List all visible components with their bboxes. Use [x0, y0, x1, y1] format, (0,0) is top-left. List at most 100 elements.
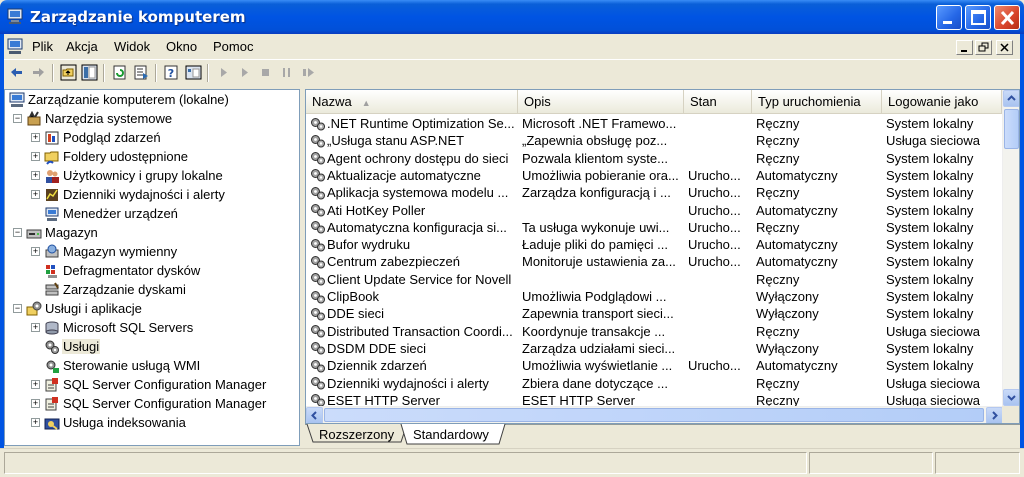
tree-item-event-viewer[interactable]: + Podgląd zdarzeń [31, 129, 162, 148]
expand-toggle[interactable]: + [31, 380, 40, 390]
system-menu-icon[interactable] [6, 38, 24, 54]
table-row[interactable]: Distributed Transaction Coordi... Koordyn… [306, 323, 1003, 340]
expand-toggle[interactable]: + [31, 190, 40, 200]
expand-toggle[interactable]: + [31, 152, 40, 162]
column-header-description[interactable]: Opis [518, 90, 684, 113]
list-header: Nazwa ▲ Opis Stan Typ uruchomienia Logowa… [306, 90, 1019, 114]
tree-item-sql-config-manager-1[interactable]: + SQL Server Configuration Manager [31, 376, 267, 395]
table-row[interactable]: Ati HotKey Poller Urucho... Automatyczny Sy… [306, 202, 1003, 219]
tree-item-storage[interactable]: − Magazyn [13, 224, 99, 243]
menu-pomoc[interactable]: Pomoc [213, 39, 253, 54]
users-icon [46, 169, 59, 183]
tab-standard[interactable]: Standardowy [407, 425, 495, 445]
show-hide-tree-icon[interactable] [81, 64, 98, 81]
scroll-up-button[interactable] [1003, 90, 1019, 107]
tree-item-removable-storage[interactable]: + Magazyn wymienny [31, 243, 178, 262]
indexing-icon [44, 418, 60, 430]
tree-item-sql-config-manager-2[interactable]: + SQL Server Configuration Manager [31, 395, 267, 414]
table-row[interactable]: Dziennik zdarzeń Umożliwia wyświetlanie .… [306, 357, 1003, 374]
scroll-left-button[interactable] [306, 407, 323, 423]
table-row[interactable]: Centrum zabezpieczeń Monitoruje ustawieni… [306, 253, 1003, 270]
table-row[interactable]: .NET Runtime Optimization Se... Microsoft… [306, 115, 1003, 132]
forward-arrow-icon[interactable] [30, 64, 47, 81]
vertical-scrollbar[interactable] [1002, 90, 1019, 406]
services-list[interactable]: Nazwa ▲ Opis Stan Typ uruchomienia Logowa… [305, 89, 1020, 424]
expand-toggle[interactable]: + [31, 323, 40, 333]
column-header-status[interactable]: Stan [684, 90, 752, 113]
collapse-toggle[interactable]: − [13, 304, 22, 314]
tree-item-sql-servers[interactable]: + Microsoft SQL Servers [31, 319, 194, 338]
table-row[interactable]: „Usługa stanu ASP.NET „Zapewnia obsługę p… [306, 132, 1003, 149]
tree-item-services-applications[interactable]: − Usługi i aplikacje [13, 300, 143, 319]
close-button[interactable] [994, 5, 1020, 30]
expand-toggle[interactable]: + [31, 247, 40, 257]
startup-type-cell: Automatyczny [756, 167, 838, 183]
stop-service-icon[interactable] [257, 64, 274, 81]
table-row[interactable]: Agent ochrony dostępu do sieci Pozwala kl… [306, 150, 1003, 167]
expand-toggle[interactable]: + [31, 171, 40, 181]
pane-splitter[interactable] [300, 89, 304, 446]
restart-service-icon[interactable] [300, 64, 317, 81]
start-service-alt-icon[interactable] [236, 64, 253, 81]
properties-icon[interactable]: ? [163, 64, 180, 81]
table-row[interactable]: Bufor wydruku Ładuje pliki do pamięci ...… [306, 236, 1003, 253]
table-row[interactable]: Dzienniki wydajności i alerty Zbiera dane… [306, 375, 1003, 392]
vertical-scroll-thumb[interactable] [1004, 109, 1019, 149]
horizontal-scroll-thumb[interactable] [324, 408, 984, 422]
table-row[interactable]: Automatyczna konfiguracja si... Ta usługa… [306, 219, 1003, 236]
service-description-cell: Zbiera dane dotyczące ... [522, 375, 668, 391]
service-description-cell: Microsoft .NET Framewo... [522, 116, 677, 131]
tree-item-disk-defragmenter[interactable]: Defragmentator dysków [44, 262, 201, 281]
tree-item-services[interactable]: Usługi [44, 338, 101, 357]
column-header-startup-type[interactable]: Typ uruchomienia [752, 90, 882, 113]
tree-item-wmi-control[interactable]: Sterowanie usługą WMI [44, 357, 201, 376]
collapse-toggle[interactable]: − [13, 228, 22, 238]
view-icon[interactable] [185, 64, 202, 81]
tree-item-shared-folders[interactable]: + Foldery udostępnione [31, 148, 189, 167]
menu-plik[interactable]: Plik [32, 39, 53, 54]
back-arrow-icon[interactable] [8, 64, 25, 81]
up-folder-icon[interactable] [60, 64, 77, 81]
table-row[interactable]: ClipBook Umożliwia Podglądowi ... Wyłączon… [306, 288, 1003, 305]
column-header-name[interactable]: Nazwa ▲ [306, 90, 518, 113]
expand-toggle[interactable]: + [31, 418, 40, 428]
horizontal-scrollbar[interactable] [306, 406, 1003, 423]
expand-toggle[interactable]: + [31, 399, 40, 409]
mdi-restore-button[interactable] [975, 40, 992, 55]
expand-toggle[interactable]: + [31, 133, 40, 143]
tab-extended[interactable]: Rozszerzony [313, 425, 400, 445]
start-service-icon[interactable] [215, 64, 232, 81]
tree-item-computer-management[interactable]: Zarządzanie komputerem (lokalne) [9, 91, 230, 110]
table-row[interactable]: DDE sieci Zapewnia transport sieci... Wyłą… [306, 305, 1003, 322]
tree-item-disk-management[interactable]: Zarządzanie dyskami [44, 281, 187, 300]
table-row[interactable]: Aplikacja systemowa modelu ... Zarządza k… [306, 184, 1003, 201]
column-header-log-on-as[interactable]: Logowanie jako [882, 90, 1002, 113]
menu-okno[interactable]: Okno [166, 39, 197, 54]
startup-type-cell: Ręczny [756, 219, 800, 235]
tree-item-system-tools[interactable]: − Narzędzia systemowe [13, 110, 173, 129]
log-on-as-cell: System lokalny [886, 202, 974, 218]
maximize-button[interactable] [965, 5, 991, 30]
defrag-icon [46, 264, 57, 278]
scroll-right-button[interactable] [986, 407, 1003, 423]
title-bar[interactable]: Zarządzanie komputerem [0, 0, 1024, 34]
scroll-down-button[interactable] [1003, 389, 1019, 406]
device-manager-icon [45, 207, 59, 221]
tree-item-device-manager[interactable]: Menedżer urządzeń [44, 205, 179, 224]
table-row[interactable]: Aktualizacje automatyczne Umożliwia pobie… [306, 167, 1003, 184]
pause-service-icon[interactable] [278, 64, 295, 81]
tree-item-indexing-service[interactable]: + Usługa indeksowania [31, 414, 187, 433]
collapse-toggle[interactable]: − [13, 114, 22, 124]
table-row[interactable]: DSDM DDE sieci Zarządza udziałami sieci..… [306, 340, 1003, 357]
export-list-icon[interactable] [133, 64, 150, 81]
tree-item-performance-logs[interactable]: + Dzienniki wydajności i alerty [31, 186, 226, 205]
menu-widok[interactable]: Widok [114, 39, 150, 54]
minimize-button[interactable] [936, 5, 962, 30]
tree-item-local-users[interactable]: + Użytkownicy i grupy lokalne [31, 167, 224, 186]
console-tree[interactable]: Zarządzanie komputerem (lokalne) − Narzęd… [4, 89, 300, 446]
refresh-icon[interactable] [111, 64, 128, 81]
table-row[interactable]: Client Update Service for Novell Ręczny Sy… [306, 271, 1003, 288]
mdi-minimize-button[interactable] [956, 40, 973, 55]
menu-akcja[interactable]: Akcja [66, 39, 98, 54]
mdi-close-button[interactable] [996, 40, 1013, 55]
